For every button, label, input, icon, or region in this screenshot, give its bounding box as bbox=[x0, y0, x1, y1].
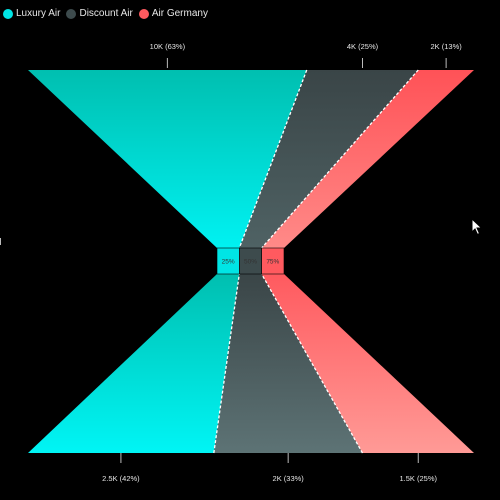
funnel-chart: 25% 50% 75% 10K (63%) 4K (25%) 2K (13%) 2.5K… bbox=[28, 42, 474, 483]
side-marker bbox=[0, 238, 1, 245]
mouse-cursor-icon bbox=[471, 218, 483, 236]
funnel-segment-luxury-air-bottom[interactable] bbox=[28, 274, 240, 453]
axis-tick-label: 2K (33%) bbox=[273, 474, 305, 483]
axis-tick-label: 1.5K (25%) bbox=[399, 474, 437, 483]
axis-tick-label: 4K (25%) bbox=[347, 42, 379, 51]
center-percent-label: 75% bbox=[266, 259, 279, 266]
axis-tick-label: 2.5K (42%) bbox=[102, 474, 140, 483]
center-percent-label: 25% bbox=[222, 259, 235, 266]
axis-tick-label: 10K (63%) bbox=[150, 42, 186, 51]
axis-tick-label: 2K (13%) bbox=[430, 42, 462, 51]
center-percent-label: 50% bbox=[244, 259, 257, 266]
